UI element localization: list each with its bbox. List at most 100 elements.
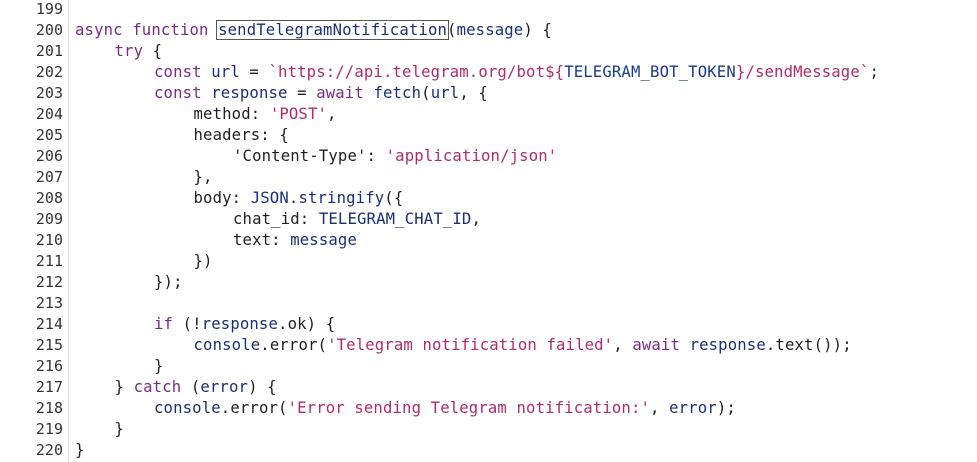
code-token: console [154,399,221,417]
code-text: try { [115,41,163,62]
line-number: 199 [35,0,63,18]
code-token: }/sendMessage` [735,63,870,81]
code-text: console.error('Error sending Telegram no… [154,398,736,419]
code-token: url [211,63,240,81]
code-text: headers: { [194,125,289,146]
code-token: 'Content-Type' [233,147,367,165]
code-token: . [765,336,776,354]
code-token: ); [716,399,736,417]
code-editor[interactable]: 199 200 async function sendTelegramNotific… [0,0,977,462]
line-number: 202 [35,63,63,81]
code-token: } [114,378,134,396]
line-number: 210 [35,231,63,249]
code-token: . [278,315,288,333]
code-text: const url = `https://api.telegram.org/bo… [154,62,879,83]
code-token: await [632,336,681,354]
code-text: } [154,356,164,377]
code-token: error [269,336,318,354]
code-text: } [115,419,125,440]
code-token: , [471,210,482,228]
code-token: 'Error sending Telegram notification:' [287,399,651,417]
code-token: 'application/json' [385,147,558,165]
line-number: 204 [35,105,63,123]
line-number: 219 [35,420,63,438]
line-number: 212 [35,273,63,291]
code-token: error [669,399,717,417]
code-token: , { [459,84,488,102]
line-number: 200 [35,21,63,39]
code-token: , [613,336,633,354]
code-token: ok [287,315,307,333]
code-token: . [220,399,231,417]
code-token: : [299,210,319,228]
code-token: if [154,315,174,333]
line-number: 201 [35,42,63,60]
code-token: await [316,84,364,102]
line-number: 215 [35,336,63,354]
code-token: } [114,420,125,438]
code-token: = [239,63,269,81]
code-token: , [650,399,670,417]
code-token: (! [173,315,202,333]
code-token: response [211,84,288,102]
code-token: ( [317,336,328,354]
code-token: ) { [248,378,277,396]
code-token: : { [260,126,289,144]
code-token: ) { [523,21,552,39]
highlighted-identifier[interactable]: sendTelegramNotification [216,20,450,40]
code-text: async function sendTelegramNotification(… [75,20,552,41]
line-number: 205 [35,126,63,144]
code-token: async [75,21,123,39]
code-token: response [689,336,766,354]
line-number: 203 [35,84,63,102]
code-text: body: JSON.stringify({ [194,188,404,209]
gutter-divider [68,0,69,462]
line-number: 218 [35,399,63,417]
code-token: } [154,357,164,375]
code-token: text [775,336,814,354]
code-text: }) [194,251,213,272]
code-token: error [230,399,279,417]
code-token: }) [193,252,213,270]
code-text: if (!response.ok) { [154,314,335,335]
code-token: ( [181,378,201,396]
code-text: text: message [233,230,357,251]
line-number: 213 [35,294,63,312]
code-token: `https://api.telegram.org/bot${ [268,63,565,81]
code-token: ()); [813,336,852,354]
code-token: ( [278,399,288,417]
line-number: 211 [35,252,63,270]
code-token: chat_id [233,210,300,228]
line-number: 214 [35,315,63,333]
code-token: body [193,189,232,207]
line-number: 207 [35,168,63,186]
line-number: 209 [35,210,63,228]
code-token: response [201,315,279,333]
line-number: 217 [35,378,63,396]
code-token: const [154,63,202,81]
code-text: const response = await fetch(url, { [154,83,488,104]
code-token: ({ [384,189,404,207]
code-text: 'Content-Type': 'application/json' [233,146,557,167]
code-token: ( [421,84,431,102]
code-token: ; [869,63,879,81]
code-token: text [233,231,272,249]
code-token: fetch [373,84,422,102]
code-token: { [143,42,163,60]
code-token: }, [193,168,213,186]
code-token: message [456,21,524,39]
line-number: 216 [35,357,63,375]
code-text: chat_id: TELEGRAM_CHAT_ID, [233,209,481,230]
code-token: } [75,441,85,459]
code-token: TELEGRAM_BOT_TOKEN [564,63,736,81]
code-text: } catch (error) { [115,377,277,398]
code-token: error [200,378,249,396]
code-token: , [327,105,337,123]
code-token: }); [154,273,183,291]
code-text: }, [194,167,213,188]
code-token: headers [193,126,261,144]
code-token: = [287,84,317,102]
line-number: 220 [35,441,63,459]
